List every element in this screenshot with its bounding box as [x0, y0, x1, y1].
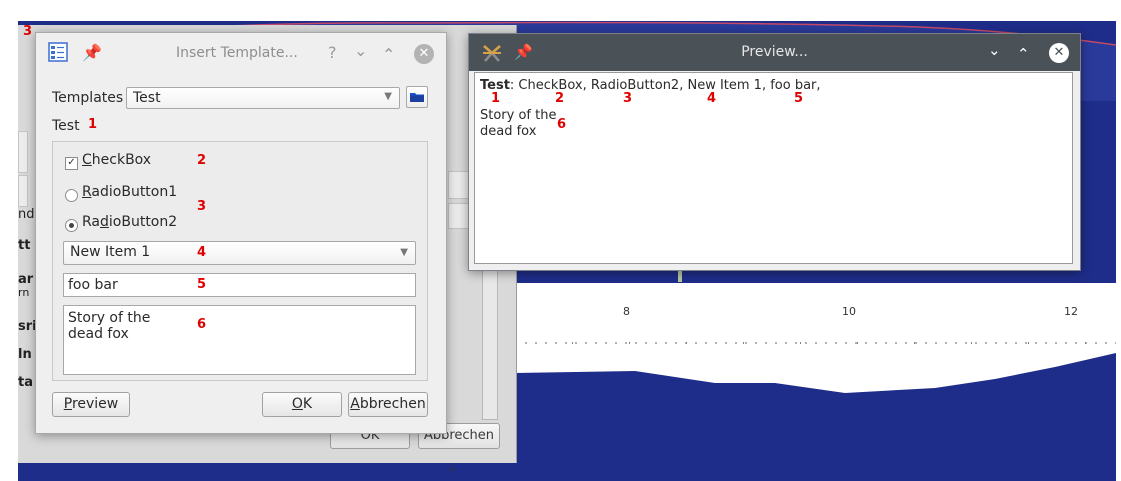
background-small-icon: ⇣ [448, 463, 457, 474]
marker-4: 4 [197, 245, 207, 260]
marker-2: 2 [555, 91, 565, 106]
checkbox[interactable]: ✓ [65, 157, 78, 170]
templates-label: Templates [52, 90, 124, 106]
cancel-button[interactable]: Abbrechen [348, 392, 428, 417]
background-strip [18, 175, 28, 207]
background-text: nd [18, 207, 35, 222]
background-strip [18, 131, 28, 173]
templates-select[interactable]: Test ▼ [126, 87, 400, 109]
item-dropdown-value: New Item 1 [70, 244, 151, 260]
radio-button-1[interactable] [65, 189, 78, 202]
insert-template-dialog: 📌 Insert Template... ? ⌄ ⌃ ✕ Templates T… [35, 32, 447, 434]
corner-marker: 3 [23, 24, 33, 39]
marker-1: 1 [491, 91, 501, 106]
marker-5: 5 [794, 91, 804, 106]
marker-3: 3 [197, 199, 207, 214]
marker-3: 3 [623, 91, 633, 106]
background-text: tt [18, 238, 31, 253]
maximize-chevron-icon[interactable]: ⌃ [382, 47, 395, 63]
folder-icon [410, 93, 424, 102]
background-area-chart [515, 342, 1116, 460]
minimize-chevron-icon[interactable]: ⌄ [354, 43, 367, 59]
open-folder-button[interactable] [406, 86, 428, 108]
marker-4: 4 [707, 91, 717, 106]
templates-select-value: Test [133, 90, 161, 106]
pin-icon[interactable]: 📌 [82, 45, 102, 61]
close-icon[interactable]: ✕ [414, 44, 434, 64]
preview-line-1: Test: CheckBox, RadioButton2, New Item 1… [480, 78, 821, 93]
minimize-chevron-icon[interactable]: ⌄ [988, 42, 1001, 58]
background-text: ln [18, 347, 32, 362]
background-text: ar [18, 272, 34, 287]
preview-titlebar: 📌 Preview... ⌄ ⌃ ✕ [469, 34, 1080, 71]
text-area-line: Story of the [68, 310, 151, 326]
radio-button-1-label[interactable]: RadioButton1 [82, 184, 177, 200]
background-plot-panel: 8 10 12 [515, 283, 1116, 460]
preview-content: Test: CheckBox, RadioButton2, New Item 1… [474, 72, 1073, 264]
close-icon[interactable]: ✕ [1049, 43, 1069, 63]
text-input[interactable]: foo bar [63, 273, 416, 297]
marker-1: 1 [88, 117, 98, 132]
background-text: sri [18, 319, 37, 334]
preview-line-3: dead fox [480, 124, 537, 139]
background-text: ta [18, 375, 33, 390]
radio-button-2-label[interactable]: RadioButton2 [82, 214, 177, 230]
preview-button[interactable]: Preview [52, 392, 130, 417]
chevron-down-icon: ▼ [384, 91, 392, 102]
marker-5: 5 [197, 277, 207, 292]
marker-6: 6 [197, 317, 207, 332]
item-dropdown[interactable]: New Item 1 ▼ [63, 241, 416, 265]
ok-button[interactable]: OK [262, 392, 342, 417]
section-label: Test [52, 118, 80, 134]
background-scrollbar[interactable] [482, 255, 498, 420]
multiline-text-area[interactable]: Story of the dead fox [63, 305, 416, 375]
preview-line-2: Story of the [480, 108, 557, 123]
preview-window: 📌 Preview... ⌄ ⌃ ✕ Test: CheckBox, Radio… [468, 33, 1081, 271]
radio-button-2[interactable] [65, 219, 78, 232]
background-text: rn [18, 286, 30, 299]
dialog-titlebar: 📌 Insert Template... ? ⌄ ⌃ ✕ [36, 33, 446, 73]
marker-6: 6 [557, 117, 567, 132]
checkbox-label[interactable]: CheckBox [82, 152, 151, 168]
template-fields-group: ✓ CheckBox 2 RadioButton1 RadioButton2 3… [52, 141, 428, 381]
marker-2: 2 [197, 153, 207, 168]
help-button[interactable]: ? [328, 45, 337, 61]
text-area-line: dead fox [68, 326, 129, 342]
text-input-value: foo bar [68, 277, 118, 293]
dialog-title: Insert Template... [176, 45, 298, 61]
maximize-chevron-icon[interactable]: ⌃ [1017, 46, 1030, 62]
chevron-down-icon: ▼ [400, 247, 408, 258]
template-app-icon [48, 42, 68, 62]
